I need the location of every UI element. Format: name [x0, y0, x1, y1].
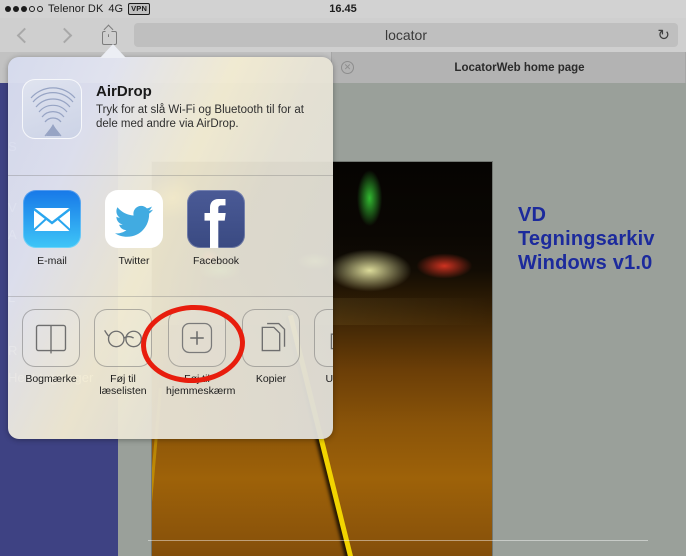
action-label: Føj til læselisten — [99, 373, 147, 397]
reload-icon[interactable]: ↻ — [657, 28, 670, 43]
action-label: Udskriv — [325, 373, 333, 385]
open-book-glyph — [35, 324, 67, 354]
tab-label: LocatorWeb home page — [454, 61, 585, 74]
forward-button[interactable] — [44, 18, 88, 52]
share-icon — [101, 24, 117, 45]
share-target-label: Facebook — [192, 255, 240, 267]
twitter-bird-glyph — [114, 205, 153, 237]
close-icon[interactable]: ✕ — [341, 61, 354, 74]
popover-arrow — [100, 44, 126, 58]
airdrop-text-block: AirDrop Tryk for at slå Wi-Fi og Bluetoo… — [96, 79, 319, 131]
twitter-icon — [105, 190, 163, 248]
reading-glasses-glyph — [104, 329, 143, 348]
address-bar-value: locator — [384, 27, 428, 43]
status-bar: Telenor DK 4G VPN 16.45 — [0, 0, 686, 18]
airdrop-icon — [22, 79, 82, 139]
share-target-label: E-mail — [37, 255, 67, 267]
action-label: Bogmærke — [25, 373, 77, 385]
page-title-line-1: VD — [518, 204, 547, 226]
copy-icon — [242, 309, 300, 367]
share-target-email[interactable]: E-mail — [22, 190, 82, 288]
action-foj-til-hjemmeskaerm[interactable]: Føj til hjemmeskærm — [166, 309, 236, 399]
tab-locatorweb-home-page[interactable]: ✕ LocatorWeb home page — [332, 52, 686, 83]
add-plus-glyph — [181, 322, 213, 354]
page-title-line-3: Windows v1.0 — [518, 252, 653, 274]
action-bogmaerke[interactable]: Bogmærke — [22, 309, 80, 399]
share-actions-row: Bogmærke Føj til læselisten Føj til hjem… — [8, 297, 333, 409]
action-label: Kopier — [255, 373, 287, 385]
facebook-f-glyph — [204, 199, 226, 248]
chevron-left-icon — [16, 27, 32, 43]
airdrop-row[interactable]: AirDrop Tryk for at slå Wi-Fi og Bluetoo… — [8, 57, 333, 175]
airdrop-subtitle: Tryk for at slå Wi-Fi og Bluetooth til f… — [96, 104, 304, 130]
plus-icon — [168, 309, 226, 367]
back-button[interactable] — [0, 18, 44, 52]
address-bar[interactable]: locator ↻ — [134, 23, 678, 47]
airdrop-waves-icon — [30, 87, 76, 137]
share-sheet: AirDrop Tryk for at slå Wi-Fi og Bluetoo… — [8, 57, 333, 439]
content-divider — [148, 540, 648, 541]
action-kopier[interactable]: Kopier — [242, 309, 300, 399]
action-label: Føj til hjemmeskærm — [166, 373, 236, 397]
screen: Telenor DK 4G VPN 16.45 locator ↻ ✕ Loca… — [0, 0, 686, 556]
page-title: VD Tegningsarkiv Windows v1.0 — [518, 203, 655, 275]
clock-label: 16.45 — [329, 3, 357, 15]
action-foj-til-laeselisten[interactable]: Føj til læselisten — [94, 309, 152, 399]
glasses-icon — [94, 309, 152, 367]
airdrop-title: AirDrop — [96, 83, 152, 100]
copy-pages-glyph — [261, 322, 286, 352]
printer-glyph — [330, 333, 333, 350]
share-target-twitter[interactable]: Twitter — [104, 190, 164, 288]
share-targets-row: E-mail Twitter Facebook — [8, 176, 333, 296]
page-title-line-2: Tegningsarkiv — [518, 228, 655, 250]
mail-icon — [23, 190, 81, 248]
share-target-facebook[interactable]: Facebook — [186, 190, 246, 288]
share-target-label: Twitter — [118, 255, 150, 267]
chevron-right-icon — [56, 27, 72, 43]
action-udskriv[interactable]: Udskriv — [314, 309, 333, 399]
book-icon — [22, 309, 80, 367]
print-icon — [314, 309, 333, 367]
facebook-icon — [187, 190, 245, 248]
envelope-glyph — [33, 208, 71, 231]
